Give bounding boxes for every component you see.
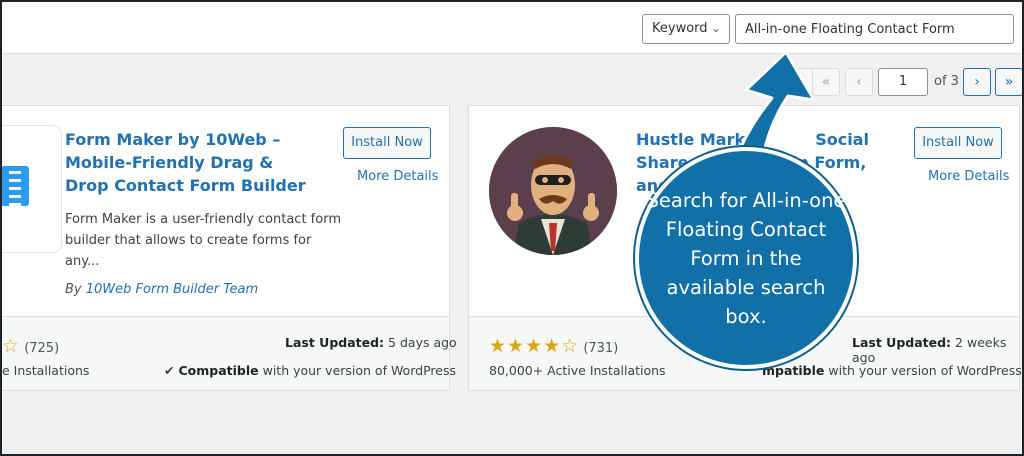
plugin-browser: Keyword ⌄ « ‹ 1 of 3 › » Form Maker by 1… (0, 0, 1024, 456)
callout-bubble: Search for All-in-one Floating Contact F… (635, 147, 857, 369)
callout-arrow-icon (726, 50, 816, 194)
callout-text: Search for All-in-one Floating Contact F… (646, 188, 846, 328)
